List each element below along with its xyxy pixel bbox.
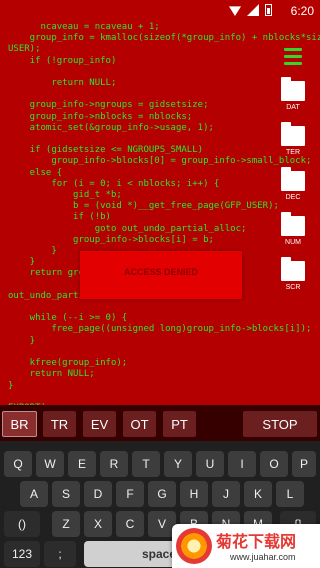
key-l[interactable]: L — [276, 481, 304, 507]
key-r[interactable]: R — [100, 451, 128, 477]
folder-label: DEC — [285, 194, 301, 201]
code-line: } — [8, 380, 14, 391]
watermark: 菊花下载网 www.juahar.com — [172, 524, 320, 568]
folder-num[interactable]: NUM — [278, 212, 308, 246]
chrysanthemum-logo-icon — [176, 528, 212, 564]
key-y[interactable]: Y — [164, 451, 192, 477]
watermark-url: www.juahar.com — [230, 552, 296, 562]
folder-icon — [281, 212, 305, 236]
folder-label: NUM — [285, 239, 301, 246]
status-icons — [229, 4, 272, 16]
code-line: if (gidsetsize <= NGROUPS_SMALL) — [8, 145, 204, 156]
code-line: if (!b) — [8, 212, 111, 223]
key-i[interactable]: I — [228, 451, 256, 477]
hamburger-menu-icon[interactable] — [284, 48, 302, 65]
code-line: group_info = kmalloc(sizeof(*group_info)… — [29, 33, 320, 44]
battery-icon — [265, 4, 272, 16]
command-bar: BR TR EV OT PT STOP — [0, 405, 320, 441]
key-x[interactable]: X — [84, 511, 112, 537]
code-line: ncaveau = ncaveau + 1; — [8, 22, 160, 32]
side-panel: DAT TER DEC NUM SCR — [278, 48, 308, 306]
code-line: for (i = 0; i < nblocks; i++) { — [8, 178, 220, 189]
folder-icon — [281, 167, 305, 191]
code-line: free_page((unsigned long)group_info->blo… — [8, 324, 312, 335]
key-a[interactable]: A — [20, 481, 48, 507]
key-j[interactable]: J — [212, 481, 240, 507]
key-e[interactable]: E — [68, 451, 96, 477]
access-denied-text: ACCESS DENIED — [123, 267, 198, 277]
code-line: else { — [8, 167, 63, 178]
key-s[interactable]: S — [52, 481, 80, 507]
folder-dec[interactable]: DEC — [278, 167, 308, 201]
key-z[interactable]: Z — [52, 511, 80, 537]
key-g[interactable]: G — [148, 481, 176, 507]
folder-label: DAT — [286, 104, 300, 111]
clock: 6:20 — [290, 4, 314, 18]
key-p[interactable]: P — [292, 451, 316, 477]
code-line: atomic_set(&group_info->usage, 1); — [8, 122, 214, 133]
folder-icon — [281, 122, 305, 146]
code-line: group_info->blocks[i] = b; — [8, 234, 214, 245]
code-text: ncaveau = ncaveau + 1; group_info = kmal… — [8, 22, 320, 405]
key-h[interactable]: H — [180, 481, 208, 507]
key-123[interactable]: 123 — [4, 541, 40, 567]
signal-icon — [247, 4, 259, 16]
stop-button[interactable]: STOP — [243, 411, 317, 437]
code-editor[interactable]: ncaveau = ncaveau + 1; group_info = kmal… — [0, 22, 320, 405]
key-d[interactable]: D — [84, 481, 112, 507]
code-line: group_info->nblocks = nblocks; — [8, 111, 193, 122]
key-c[interactable]: C — [116, 511, 144, 537]
key-q[interactable]: Q — [4, 451, 32, 477]
code-line: USER); — [8, 44, 41, 55]
code-line: return NULL; — [8, 78, 117, 89]
key-k[interactable]: K — [244, 481, 272, 507]
command-ev[interactable]: EV — [83, 411, 116, 437]
code-line: kfree(group_info); — [8, 358, 128, 369]
folder-ter[interactable]: TER — [278, 122, 308, 156]
code-line: if (!group_info) — [8, 55, 117, 66]
status-bar: 6:20 — [0, 0, 320, 22]
code-line: b = (void *)__get_free_page(GFP_USER); — [8, 201, 279, 212]
key-u[interactable]: U — [196, 451, 224, 477]
folder-icon — [281, 257, 305, 281]
code-line: group_info->ngroups = gidsetsize; — [8, 100, 209, 111]
code-line: goto out_undo_partial_alloc; — [8, 223, 247, 234]
code-line: return NULL; — [8, 369, 95, 380]
key-t[interactable]: T — [132, 451, 160, 477]
folder-icon — [281, 77, 305, 101]
command-tr[interactable]: TR — [43, 411, 76, 437]
key-w[interactable]: W — [36, 451, 64, 477]
folder-scr[interactable]: SCR — [278, 257, 308, 291]
code-line: gid_t *b; — [8, 190, 122, 201]
key-parens[interactable]: () — [4, 511, 40, 537]
folder-dat[interactable]: DAT — [278, 77, 308, 111]
command-ot[interactable]: OT — [123, 411, 156, 437]
key-o[interactable]: O — [260, 451, 288, 477]
wifi-icon — [229, 6, 241, 16]
key-semicolon[interactable]: ; — [44, 541, 76, 567]
command-br[interactable]: BR — [2, 411, 37, 437]
code-line: while (--i >= 0) { — [8, 313, 128, 324]
folder-label: TER — [286, 149, 300, 156]
key-f[interactable]: F — [116, 481, 144, 507]
command-pt[interactable]: PT — [163, 411, 196, 437]
code-line: group_info->blocks[0] = group_info->smal… — [8, 156, 312, 167]
folder-label: SCR — [285, 284, 301, 291]
watermark-title: 菊花下载网 — [216, 532, 297, 551]
access-denied-banner: ACCESS DENIED — [80, 251, 242, 299]
code-line: } — [8, 335, 36, 346]
